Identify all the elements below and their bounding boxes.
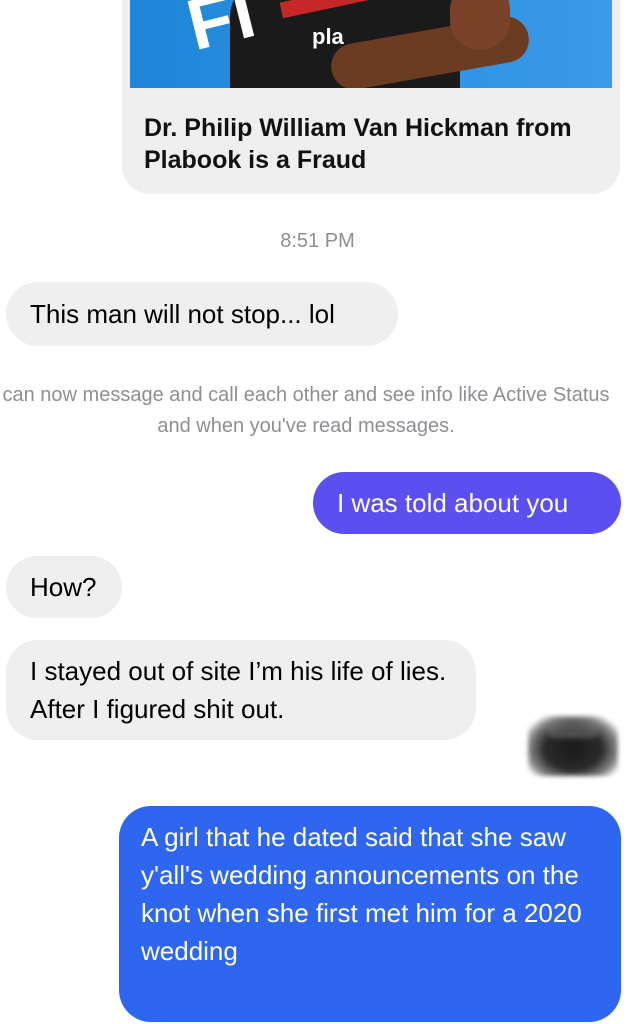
blur-highlight xyxy=(548,724,598,738)
link-preview-image[interactable]: FI pla xyxy=(130,0,612,88)
incoming-message-bubble[interactable]: I stayed out of site I’m his life of lie… xyxy=(6,640,476,740)
message-timestamp: 8:51 PM xyxy=(280,230,355,252)
outgoing-message-bubble[interactable]: A girl that he dated said that she saw y… xyxy=(119,806,621,1022)
incoming-message-bubble[interactable]: How? xyxy=(6,556,122,618)
incoming-message-bubble[interactable]: This man will not stop... lol xyxy=(6,282,398,346)
system-notice: can now message and call each other and … xyxy=(2,384,610,437)
blurred-avatar xyxy=(528,716,618,776)
shared-link-card[interactable]: FI pla Dr. Philip William Van Hickman fr… xyxy=(122,0,620,194)
link-title[interactable]: Dr. Philip William Van Hickman from Plab… xyxy=(144,112,584,176)
image-logo: pla xyxy=(312,24,344,49)
outgoing-message-bubble[interactable]: I was told about you xyxy=(313,472,621,534)
